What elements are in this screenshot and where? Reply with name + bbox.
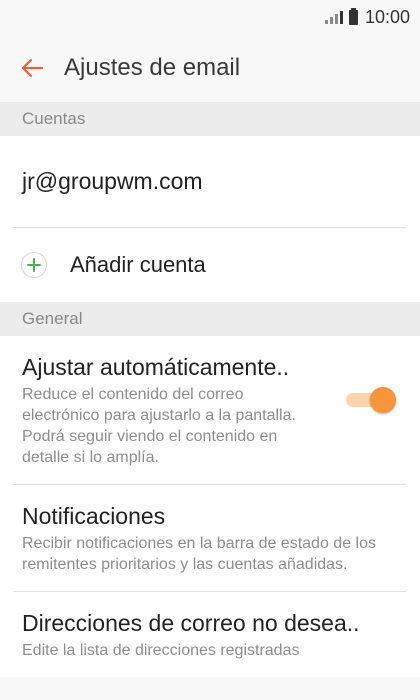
add-icon — [21, 252, 47, 278]
setting-auto-fit[interactable]: Ajustar automáticamente.. Reduce el cont… — [13, 336, 406, 485]
setting-title: Direcciones de correo no desea.. — [22, 610, 360, 636]
page-title: Ajustes de email — [64, 54, 241, 81]
setting-description: Edite la lista de direcciones registrada… — [22, 642, 300, 659]
section-header-general: General — [0, 302, 420, 336]
status-time: 10:00 — [364, 6, 410, 27]
accounts-card: jr@groupwm.com Añadir cuenta — [0, 136, 420, 302]
account-item[interactable]: jr@groupwm.com — [13, 136, 406, 228]
toggle-thumb — [370, 387, 396, 413]
add-account-label: Añadir cuenta — [70, 252, 206, 277]
general-card: Ajustar automáticamente.. Reduce el cont… — [0, 336, 420, 677]
section-header-accounts: Cuentas — [0, 102, 420, 136]
signal-icon — [324, 10, 343, 24]
status-bar: 10:00 — [0, 0, 420, 34]
setting-title: Notificaciones — [22, 503, 166, 529]
setting-title: Ajustar automáticamente.. — [22, 354, 290, 380]
setting-spam-addresses[interactable]: Direcciones de correo no desea.. Edite l… — [13, 592, 406, 677]
auto-fit-toggle[interactable] — [344, 387, 396, 413]
battery-icon — [348, 7, 358, 25]
setting-description: Recibir notificaciones en la barra de es… — [22, 535, 376, 573]
back-arrow-icon[interactable] — [20, 56, 44, 80]
setting-notifications[interactable]: Notificaciones Recibir notificaciones en… — [13, 485, 406, 592]
app-bar: Ajustes de email — [0, 34, 420, 102]
account-email: jr@groupwm.com — [22, 168, 203, 194]
add-account-button[interactable]: Añadir cuenta — [13, 228, 406, 302]
